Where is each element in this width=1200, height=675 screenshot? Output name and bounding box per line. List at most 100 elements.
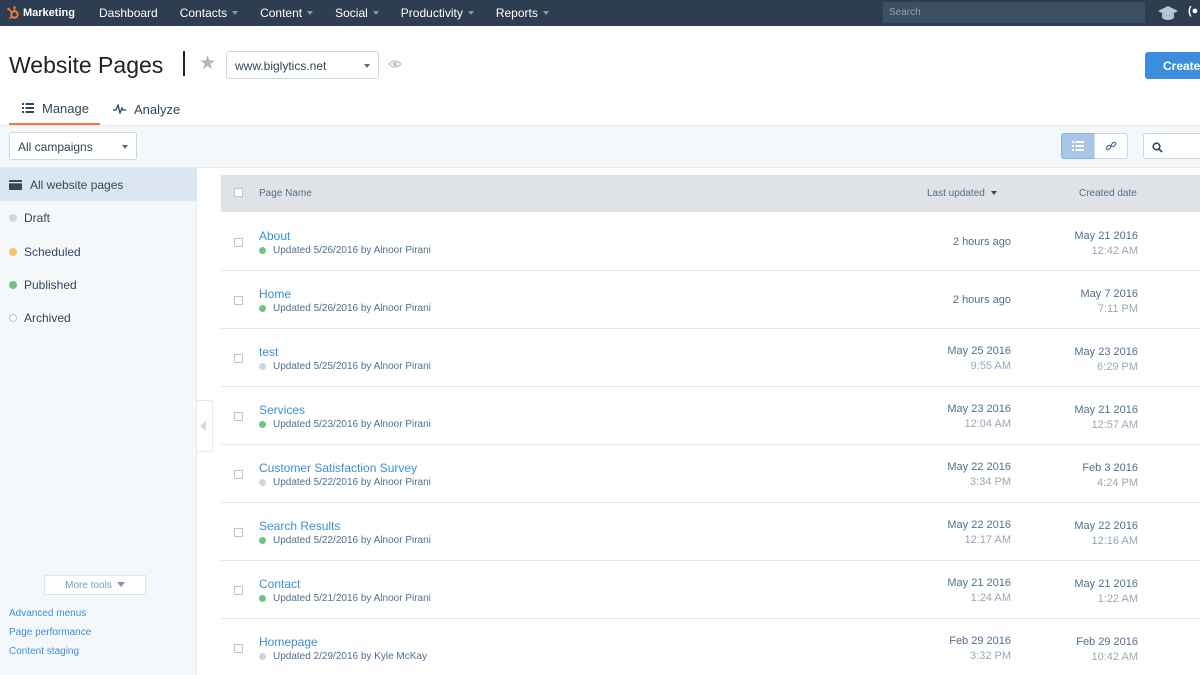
table-row[interactable]: Search Results Updated 5/22/2016 by Alnoo…: [221, 503, 1200, 561]
status-dot: [9, 247, 17, 256]
nav-reports[interactable]: Reports: [485, 0, 560, 26]
filter-bar: [0, 126, 1200, 168]
table-row[interactable]: Homepage Updated 2/29/2016 by Kyle McKay F…: [221, 619, 1200, 675]
search-icon: [1152, 142, 1163, 153]
title-divider: [183, 51, 185, 76]
tab-analyze[interactable]: Analyze: [113, 93, 180, 125]
domain-select[interactable]: www.biglytics.net: [226, 51, 379, 79]
brand-logo[interactable]: Marketing: [0, 0, 88, 26]
row-checkbox[interactable]: [234, 470, 243, 479]
page-name-link[interactable]: Customer Satisfaction Survey: [259, 461, 417, 475]
created-date: May 21 2016: [1074, 230, 1138, 242]
created-date-cell: May 22 2016 12:16 AM: [1074, 519, 1138, 549]
page-name-link[interactable]: Contact: [259, 577, 300, 591]
content-staging-link[interactable]: Content staging: [9, 646, 79, 657]
brand-label: Marketing: [23, 7, 75, 19]
global-search-input[interactable]: Search: [883, 2, 1145, 23]
row-checkbox[interactable]: [234, 528, 243, 537]
column-last-updated[interactable]: Last updated: [927, 188, 997, 199]
column-page-name[interactable]: Page Name: [259, 188, 312, 199]
page-meta: Updated 5/26/2016 by Alnoor Pirani: [259, 303, 431, 314]
status-dot: [259, 653, 266, 660]
sidebar-item-scheduled[interactable]: Scheduled: [0, 235, 197, 268]
campaign-select[interactable]: All campaigns: [9, 132, 137, 160]
created-date-cell: Feb 3 2016 4:24 PM: [1082, 461, 1138, 491]
caret-down-icon: [122, 145, 128, 149]
advanced-menus-link[interactable]: Advanced menus: [9, 608, 86, 619]
nav-content[interactable]: Content: [249, 0, 324, 26]
created-date: May 22 2016: [1074, 520, 1138, 532]
nav-social[interactable]: Social: [324, 0, 390, 26]
eye-icon[interactable]: [388, 59, 402, 69]
last-updated-date: May 22 2016: [947, 519, 1011, 531]
row-checkbox[interactable]: [234, 586, 243, 595]
row-checkbox[interactable]: [234, 644, 243, 653]
created-date-cell: May 7 2016 7:11 PM: [1081, 287, 1138, 317]
sidebar-item-draft[interactable]: Draft: [0, 201, 197, 234]
domain-value: www.biglytics.net: [235, 59, 327, 73]
status-dot: [259, 537, 266, 544]
caret-down-icon: [542, 11, 549, 15]
table-row[interactable]: test Updated 5/25/2016 by Alnoor Pirani Ma…: [221, 329, 1200, 387]
created-time: 12:16 AM: [1091, 535, 1138, 547]
last-updated-date: 2 hours ago: [952, 236, 1011, 248]
notifications-icon[interactable]: (●: [1188, 5, 1198, 17]
tree-view-button[interactable]: [1094, 133, 1128, 159]
created-date: May 21 2016: [1074, 578, 1138, 590]
more-tools-button[interactable]: More tools: [44, 575, 146, 595]
row-checkbox[interactable]: [234, 354, 243, 363]
select-all-checkbox[interactable]: [234, 188, 243, 197]
status-dot: [9, 313, 17, 322]
page-performance-link[interactable]: Page performance: [9, 627, 91, 638]
created-time: 10:42 AM: [1091, 651, 1138, 663]
sidebar-item-published[interactable]: Published: [0, 268, 197, 301]
nav-dashboard[interactable]: Dashboard: [88, 0, 169, 26]
row-checkbox[interactable]: [234, 238, 243, 247]
page-name-link[interactable]: Home: [259, 287, 291, 301]
created-date: Feb 3 2016: [1082, 462, 1138, 474]
page-name-link[interactable]: Search Results: [259, 519, 340, 533]
collapse-sidebar-handle[interactable]: [197, 400, 213, 452]
sort-caret-icon: [990, 191, 997, 195]
link-icon: [1105, 141, 1117, 151]
status-dot: [259, 479, 266, 486]
nav-contacts[interactable]: Contacts: [169, 0, 249, 26]
campaign-value: All campaigns: [18, 140, 93, 154]
sidebar-item-label: Draft: [24, 210, 51, 225]
table-row[interactable]: Contact Updated 5/21/2016 by Alnoor Piran…: [221, 561, 1200, 619]
created-date-cell: Feb 29 2016 10:42 AM: [1076, 635, 1138, 665]
folder-icon: [9, 179, 22, 190]
table-row[interactable]: Customer Satisfaction Survey Updated 5/22…: [221, 445, 1200, 503]
sidebar-item-archived[interactable]: Archived: [0, 301, 197, 334]
last-updated-cell: May 21 2016 1:24 AM: [947, 576, 1011, 606]
sidebar-item-all-pages[interactable]: All website pages: [0, 168, 197, 201]
row-checkbox[interactable]: [234, 296, 243, 305]
page-name-link[interactable]: About: [259, 229, 290, 243]
sidebar-item-label: Published: [24, 277, 77, 292]
page-name-link[interactable]: test: [259, 345, 278, 359]
updated-by-text: Updated 2/29/2016 by Kyle McKay: [273, 651, 427, 662]
created-time: 1:22 AM: [1097, 593, 1138, 605]
tab-label: Analyze: [134, 101, 181, 117]
table-row[interactable]: Services Updated 5/23/2016 by Alnoor Pira…: [221, 387, 1200, 445]
column-created-date[interactable]: Created date: [1079, 188, 1137, 199]
table-row[interactable]: Home Updated 5/26/2016 by Alnoor Pirani 2 …: [221, 271, 1200, 329]
page-meta: Updated 5/21/2016 by Alnoor Pirani: [259, 593, 431, 604]
list-icon: [22, 103, 34, 113]
row-checkbox[interactable]: [234, 412, 243, 421]
page-name-link[interactable]: Homepage: [259, 635, 318, 649]
updated-by-text: Updated 5/21/2016 by Alnoor Pirani: [273, 593, 431, 604]
sidebar-item-label: All website pages: [30, 177, 124, 192]
page-meta: Updated 5/26/2016 by Alnoor Pirani: [259, 245, 431, 256]
tab-manage[interactable]: Manage: [9, 93, 100, 125]
create-button[interactable]: Create: [1145, 52, 1200, 79]
table-search-input[interactable]: [1143, 133, 1200, 159]
table-row[interactable]: About Updated 5/26/2016 by Alnoor Pirani 2…: [221, 213, 1200, 271]
star-icon[interactable]: ★: [199, 54, 216, 74]
nav-productivity[interactable]: Productivity: [390, 0, 485, 26]
last-updated-time: 3:34 PM: [970, 476, 1011, 488]
last-updated-cell: May 22 2016 12:17 AM: [947, 518, 1011, 548]
graduation-cap-icon[interactable]: [1157, 3, 1179, 23]
page-name-link[interactable]: Services: [259, 403, 305, 417]
list-view-button[interactable]: [1061, 133, 1095, 159]
